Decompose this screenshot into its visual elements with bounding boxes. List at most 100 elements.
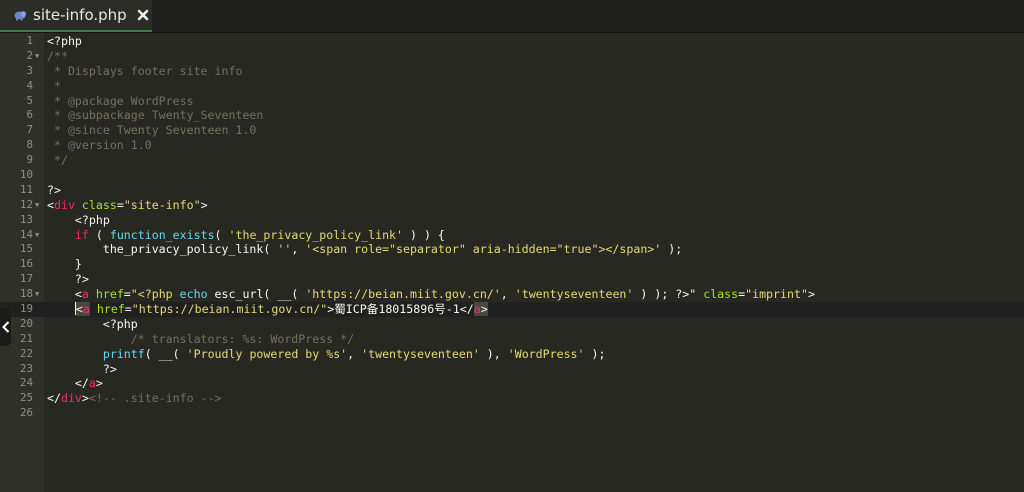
code-token: */ (47, 153, 68, 168)
code-text: * (47, 79, 61, 94)
code-line[interactable]: 6 * @subpackage Twenty_Seventeen (0, 108, 1024, 123)
code-line[interactable]: 9 */ (0, 153, 1024, 168)
code-line[interactable]: 7 * @since Twenty Seventeen 1.0 (0, 123, 1024, 138)
code-token: > (95, 376, 103, 391)
code-line[interactable]: 18 ▼ <a href="<?php echo esc_url( __( 'ht… (0, 287, 1024, 302)
close-icon[interactable] (137, 9, 149, 21)
line-number: 3 (26, 63, 33, 77)
line-number: 25 (19, 391, 33, 405)
tab-label: site-info.php (33, 6, 127, 24)
fold-arrow-icon[interactable]: ▼ (35, 287, 39, 302)
code-token: <?php (47, 316, 138, 331)
code-token: , (291, 242, 306, 257)
code-line[interactable]: 16 } (0, 257, 1024, 272)
code-line[interactable]: 5 * @package WordPress (0, 94, 1024, 109)
code-line[interactable]: 26 (0, 406, 1024, 421)
code-text: /* translators: %s: WordPress */ (47, 332, 354, 347)
code-token: class (81, 197, 117, 212)
code-token: printf (102, 346, 145, 361)
code-token: ?> (47, 361, 117, 376)
code-line[interactable]: 19 <a href="https://beian.miit.gov.cn/">… (0, 302, 1024, 317)
code-token: ) ) { (403, 227, 445, 242)
code-line[interactable]: 24 </a> (0, 376, 1024, 391)
line-number: 22 (19, 346, 33, 360)
code-text: </div><!-- .site-info --> (47, 391, 222, 406)
line-number: 24 (19, 376, 33, 390)
code-token: a (81, 287, 89, 302)
code-line[interactable]: 12 ▼ <div class="site-info"> (0, 198, 1024, 213)
collapse-panel-button[interactable] (0, 308, 11, 346)
code-token: > (480, 302, 488, 317)
code-token: ) ); ?>" (633, 287, 697, 302)
code-text: * @subpackage Twenty_Seventeen (47, 108, 263, 123)
code-line[interactable]: 25 </div><!-- .site-info --> (0, 391, 1024, 406)
code-token: function_exists (109, 227, 215, 242)
code-text: } (47, 257, 82, 272)
code-token: 'WordPress' (507, 346, 585, 361)
code-token: 'twentyseventeen' (514, 287, 634, 302)
line-number: 9 (26, 153, 33, 167)
line-number: 13 (19, 212, 33, 226)
line-number: 10 (19, 168, 33, 182)
code-token: } (47, 257, 82, 272)
code-token: <?php (47, 34, 82, 48)
code-token: * Displays footer site info (47, 63, 243, 78)
code-token: a (88, 376, 96, 391)
code-token: div (53, 197, 75, 212)
code-token: '' (277, 242, 292, 257)
fold-arrow-icon[interactable]: ▼ (35, 49, 39, 64)
code-token: <!-- .site-info --> (88, 391, 222, 406)
code-token: ); (584, 346, 606, 361)
code-token: "imprint" (745, 287, 808, 302)
tab-bar: site-info.php (0, 0, 1024, 33)
code-line[interactable]: 13 <?php (0, 213, 1024, 228)
fold-arrow-icon[interactable]: ▼ (35, 198, 39, 213)
code-line[interactable]: 11 ?> (0, 183, 1024, 198)
code-token: * @version 1.0 (47, 138, 152, 153)
code-token: the_privacy_policy_link( (47, 242, 278, 257)
code-token: ( __( (144, 346, 187, 361)
php-elephant-icon (14, 11, 26, 21)
line-number: 4 (26, 78, 33, 92)
code-line[interactable]: 2 ▼ /** (0, 49, 1024, 64)
code-token: esc_url( __( (207, 287, 306, 302)
line-number: 17 (19, 272, 33, 286)
fold-arrow-icon[interactable]: ▼ (35, 228, 39, 243)
code-token: a (473, 302, 481, 317)
code-line[interactable]: 3 * Displays footer site info (0, 64, 1024, 79)
code-line[interactable]: 23 ?> (0, 362, 1024, 377)
code-line[interactable]: 22 printf( __( 'Proudly powered by %s', … (0, 347, 1024, 362)
code-token: ), (479, 346, 508, 361)
code-line[interactable]: 14 ▼ if ( function_exists( 'the_privacy_p… (0, 228, 1024, 243)
code-text: <a href="<?php echo esc_url( __( 'https:… (47, 287, 815, 302)
code-token: /** (47, 48, 68, 63)
code-line[interactable]: 20 <?php (0, 317, 1024, 332)
line-number: 16 (19, 257, 33, 271)
line-number: 8 (26, 138, 33, 152)
tab-site-info-php[interactable]: site-info.php (0, 0, 152, 32)
code-token: href (96, 302, 125, 317)
code-token: ( (88, 227, 110, 242)
code-line[interactable]: 21 /* translators: %s: WordPress */ (0, 332, 1024, 347)
code-editor[interactable]: 1 <?php 2 ▼/** 3 * Displays footer site info… (0, 33, 1024, 492)
code-line[interactable]: 15 the_privacy_policy_link( '', '<span r… (0, 242, 1024, 257)
code-lines: 1 <?php 2 ▼/** 3 * Displays footer site info… (0, 33, 1024, 421)
code-token: 'twentyseventeen' (361, 346, 480, 361)
code-token: = (124, 302, 132, 317)
code-token: 'the_privacy_policy_link' (228, 227, 404, 242)
code-line[interactable]: 1 <?php (0, 34, 1024, 49)
code-token: ?> (47, 272, 89, 287)
code-line[interactable]: 17 ?> (0, 272, 1024, 287)
line-number: 15 (19, 242, 33, 256)
code-text: if ( function_exists( 'the_privacy_polic… (47, 228, 445, 243)
code-line[interactable]: 4 * (0, 79, 1024, 94)
line-number: 18 (19, 287, 33, 301)
code-line[interactable]: 8 * @version 1.0 (0, 138, 1024, 153)
line-number: 26 (19, 406, 33, 420)
code-line[interactable]: 10 (0, 168, 1024, 183)
code-token: "site-info" (123, 197, 201, 212)
code-token: ?> (47, 182, 61, 197)
